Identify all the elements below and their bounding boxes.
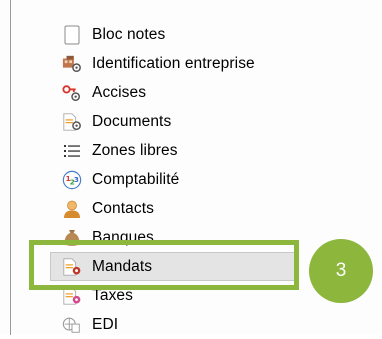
menu-item-identification-entreprise[interactable]: Identification entreprise [50, 49, 370, 78]
menu-item-label: Identification entreprise [92, 54, 255, 72]
menu-item-documents[interactable]: Documents [50, 107, 370, 136]
contact-person-icon [62, 199, 82, 219]
step-number: 3 [335, 260, 347, 281]
menu-item-label: Taxes [92, 286, 133, 304]
excise-settings-icon [62, 83, 82, 103]
menu-item-label: Comptabilité [92, 170, 180, 188]
menu-item-label: Contacts [92, 199, 154, 217]
menu-item-label: Zones libres [92, 141, 178, 159]
menu-item-label: Banques [92, 228, 154, 246]
menu-item-accises[interactable]: Accises [50, 78, 370, 107]
panel-left-border [10, 0, 11, 335]
menu-item-contacts[interactable]: Contacts [50, 194, 370, 223]
menu-item-label: Accises [92, 83, 147, 101]
menu-item-comptabilite[interactable]: 1 2 3 Comptabilité [50, 165, 370, 194]
svg-text:3: 3 [74, 174, 79, 183]
panel: Bloc notes Identification entreprise Acc… [0, 0, 382, 335]
blank-page-icon [62, 25, 82, 45]
step-callout-badge: 3 [309, 239, 373, 303]
money-bag-icon [62, 228, 82, 248]
menu-item-label: Bloc notes [92, 25, 166, 43]
numbers-icon: 1 2 3 [62, 170, 82, 190]
menu-item-label: Mandats [92, 257, 153, 275]
menu-item-label: EDI [92, 315, 119, 333]
document-settings-icon [62, 112, 82, 132]
company-settings-icon [62, 54, 82, 74]
list-icon [62, 141, 82, 161]
menu-item-zones-libres[interactable]: Zones libres [50, 136, 370, 165]
tax-document-icon [62, 286, 82, 306]
menu-item-bloc-notes[interactable]: Bloc notes [50, 20, 370, 49]
mandate-document-icon [62, 257, 82, 277]
edi-icon [62, 315, 82, 335]
menu-item-label: Documents [92, 112, 172, 130]
